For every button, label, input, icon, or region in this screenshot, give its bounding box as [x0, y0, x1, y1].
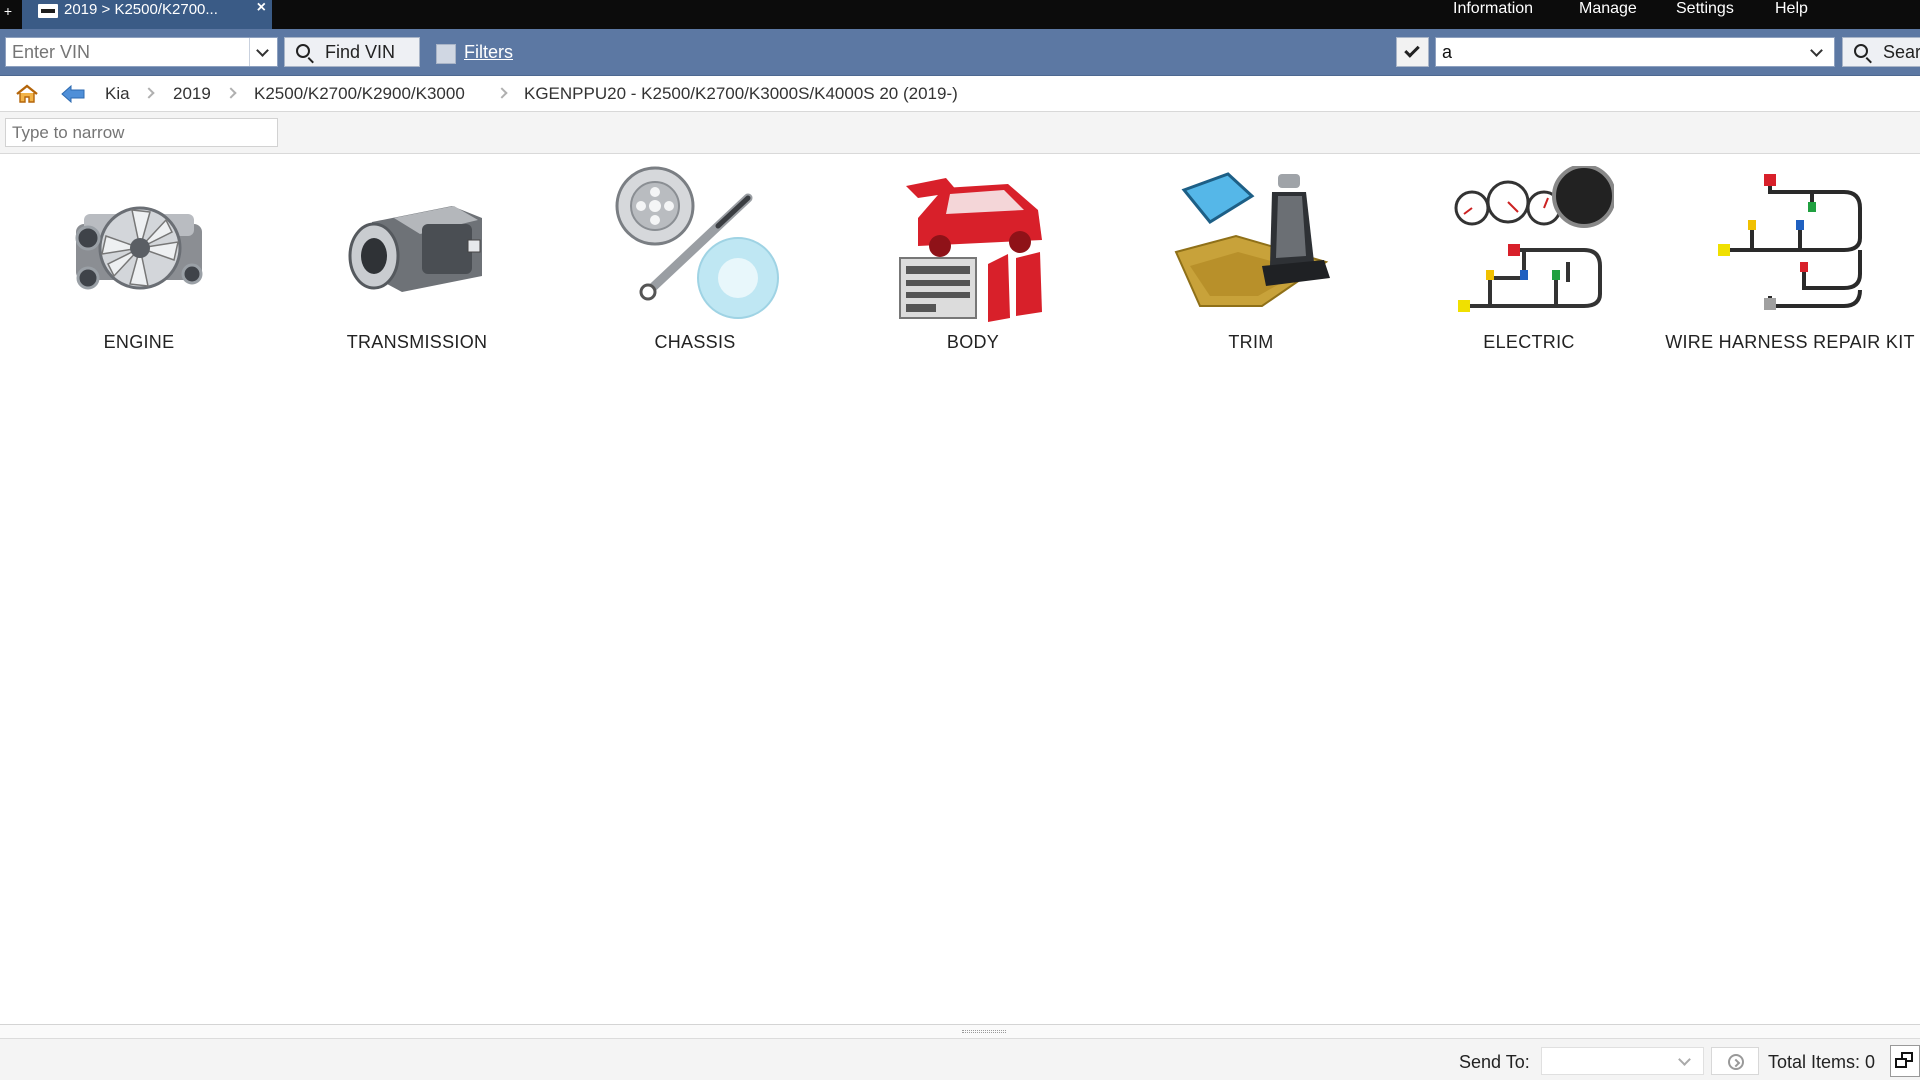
vin-input[interactable] — [6, 38, 249, 66]
chevron-down-icon — [256, 44, 269, 57]
breadcrumb-separator-icon — [496, 87, 508, 99]
narrow-input[interactable] — [5, 118, 278, 147]
send-arrow-icon — [1728, 1054, 1744, 1070]
chevron-down-icon — [1810, 44, 1823, 57]
send-to-select[interactable] — [1541, 1047, 1704, 1075]
status-bar: Send To: Total Items: 0 — [0, 1038, 1920, 1080]
menu-settings[interactable]: Settings — [1676, 0, 1734, 22]
panel-splitter[interactable] — [0, 1024, 1920, 1038]
new-tab-button[interactable]: + — [0, 0, 16, 29]
category-trim[interactable]: TRIM — [1112, 160, 1390, 360]
breadcrumb-item-catalog[interactable]: KGENPPU20 - K2500/K2700/K3000S/K4000S 20… — [524, 84, 958, 104]
category-body[interactable]: BODY — [834, 160, 1112, 360]
apply-button[interactable] — [1396, 37, 1429, 67]
category-label: WIRE HARNESS REPAIR KIT — [1665, 332, 1915, 352]
menu-information[interactable]: Information — [1453, 0, 1533, 22]
category-electric[interactable]: ELECTRIC — [1390, 160, 1668, 360]
search-input[interactable] — [1436, 38, 1804, 66]
category-label: ELECTRIC — [1483, 332, 1575, 352]
vin-dropdown-button[interactable] — [249, 38, 277, 66]
search-icon — [1854, 44, 1868, 58]
category-label: CHASSIS — [654, 332, 736, 352]
narrow-bar — [0, 112, 1920, 154]
breadcrumb-item-model[interactable]: K2500/K2700/K2900/K3000 — [254, 84, 465, 104]
trim-icon — [1174, 172, 1330, 307]
window-restore-icon-part — [1895, 1058, 1907, 1068]
search-icon — [296, 44, 310, 58]
category-label: TRANSMISSION — [346, 332, 488, 352]
find-vin-button[interactable]: Find VIN — [284, 37, 420, 67]
breadcrumb-separator-icon — [225, 87, 237, 99]
vin-combobox[interactable] — [5, 37, 278, 67]
filters-checkbox[interactable] — [436, 44, 456, 64]
restore-window-button[interactable] — [1890, 1045, 1920, 1077]
main-toolbar: Find VIN Filters Search — [0, 29, 1920, 76]
menu-manage[interactable]: Manage — [1579, 0, 1637, 22]
home-icon[interactable] — [15, 84, 39, 104]
category-transmission[interactable]: TRANSMISSION — [278, 160, 556, 360]
app-logo-icon — [38, 4, 58, 18]
search-button[interactable]: Search — [1842, 37, 1920, 67]
category-label: ENGINE — [103, 332, 175, 352]
breadcrumb: Kia 2019 K2500/K2700/K2900/K3000 KGENPPU… — [0, 76, 1920, 112]
electric-icon — [1454, 166, 1614, 312]
category-label: TRIM — [1228, 332, 1274, 352]
tab-title: 2019 > K2500/K2700... — [64, 1, 218, 18]
chevron-down-icon — [1678, 1053, 1691, 1066]
category-grid: ENGINE TRANSMISSION CHASSIS BODY TRIM EL… — [0, 160, 1920, 360]
document-tab[interactable]: 2019 > K2500/K2700... × — [22, 0, 272, 29]
total-items-count: Total Items: 0 — [1768, 1052, 1876, 1072]
body-icon — [899, 178, 1042, 322]
menu-help[interactable]: Help — [1775, 0, 1808, 22]
breadcrumb-item-year[interactable]: 2019 — [173, 84, 211, 104]
search-dropdown-button[interactable] — [1804, 38, 1834, 66]
category-wire-harness-repair-kit[interactable]: WIRE HARNESS REPAIR KIT — [1660, 160, 1920, 360]
wire-harness-icon — [1718, 174, 1862, 310]
tab-close-icon[interactable]: × — [257, 0, 266, 18]
checkmark-icon — [1404, 42, 1420, 58]
filters-link[interactable]: Filters — [464, 42, 513, 63]
search-combobox[interactable] — [1435, 37, 1835, 67]
splitter-grip-icon[interactable] — [962, 1030, 1006, 1033]
breadcrumb-separator-icon — [143, 87, 155, 99]
back-arrow-icon[interactable] — [60, 85, 86, 103]
send-button[interactable] — [1711, 1047, 1759, 1075]
search-button-label: Search — [1883, 42, 1920, 62]
send-to-label: Send To: — [1459, 1052, 1530, 1072]
engine-icon — [75, 206, 203, 290]
category-engine[interactable]: ENGINE — [0, 160, 278, 360]
title-bar: + 2019 > K2500/K2700... × Information Ma… — [0, 0, 1920, 29]
category-chassis[interactable]: CHASSIS — [556, 160, 834, 360]
breadcrumb-item-make[interactable]: Kia — [105, 84, 130, 104]
category-label: BODY — [946, 332, 1000, 352]
chassis-icon — [615, 166, 779, 319]
transmission-icon — [348, 206, 482, 292]
find-vin-label: Find VIN — [325, 42, 396, 62]
